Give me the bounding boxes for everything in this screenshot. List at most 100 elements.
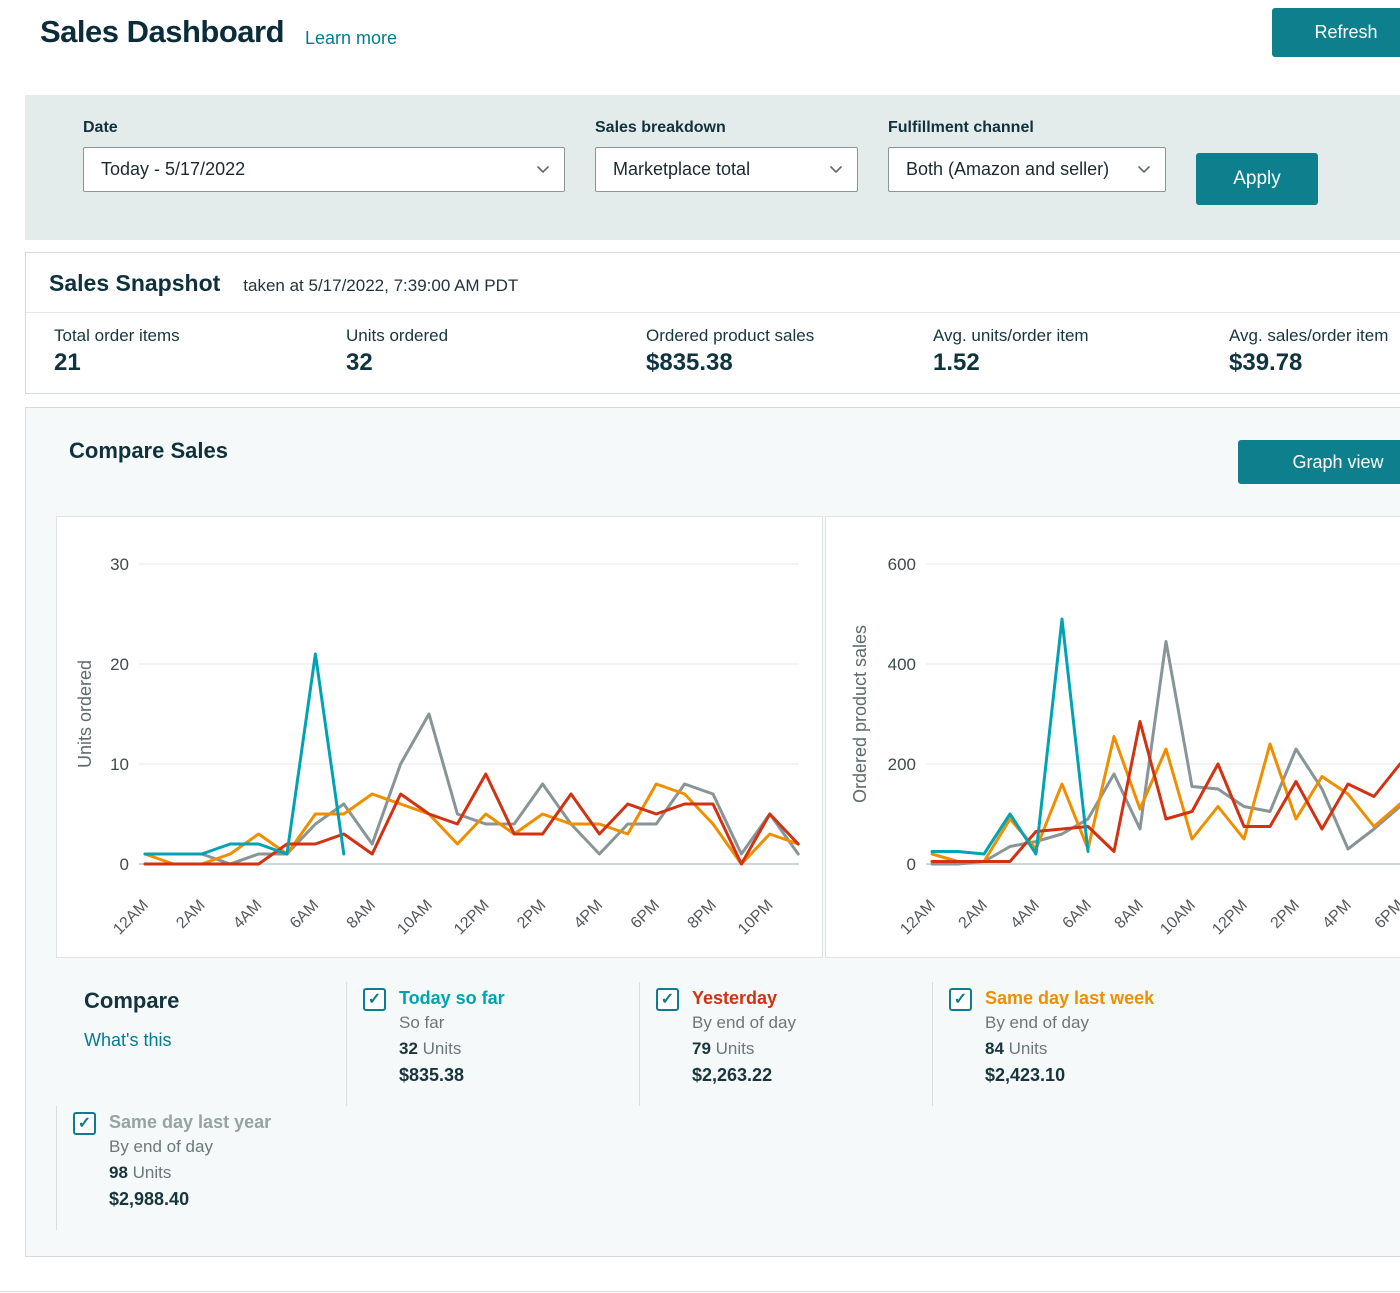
- svg-text:0: 0: [907, 855, 916, 874]
- fulfillment-channel-filter: Fulfillment channel Both (Amazon and sel…: [888, 119, 1166, 240]
- stat-label: Units ordered: [346, 326, 646, 346]
- stat-value: 1.52: [933, 349, 1229, 377]
- chevron-down-icon: [1137, 165, 1151, 174]
- stat-label: Avg. units/order item: [933, 326, 1229, 346]
- stat-value: $835.38: [646, 349, 933, 377]
- svg-text:8AM: 8AM: [1112, 897, 1147, 932]
- units-word: Units: [716, 1039, 755, 1058]
- legend-item-subtitle: By end of day: [109, 1134, 271, 1160]
- svg-text:2AM: 2AM: [173, 897, 208, 932]
- legend-item-sales: $2,423.10: [985, 1062, 1154, 1088]
- date-filter: Date Today - 5/17/2022: [83, 119, 565, 240]
- legend-item-same-day-last-week: ✓ Same day last week By end of day 84 Un…: [932, 982, 1225, 1106]
- whats-this-link[interactable]: What's this: [84, 1030, 346, 1051]
- refresh-button[interactable]: Refresh: [1272, 8, 1400, 57]
- legend-item-texts: Same day last year By end of day 98 Unit…: [109, 1110, 271, 1224]
- stat-value: $39.78: [1229, 349, 1400, 377]
- units-number: 84: [985, 1039, 1004, 1058]
- sales-breakdown-filter: Sales breakdown Marketplace total: [595, 119, 858, 240]
- compare-checkbox-yesterday[interactable]: ✓: [656, 988, 679, 1011]
- compare-legend-label-col: Compare What's this: [56, 982, 346, 1106]
- svg-text:4PM: 4PM: [571, 897, 606, 932]
- stat-avg-units-per-order: Avg. units/order item 1.52: [933, 326, 1229, 377]
- chart-panels: 0102030Units ordered12AM2AM4AM6AM8AM10AM…: [56, 516, 1400, 958]
- svg-text:6AM: 6AM: [1060, 897, 1095, 932]
- svg-text:Ordered product sales: Ordered product sales: [850, 625, 870, 803]
- compare-sales-card: Compare Sales Graph view 0102030Units or…: [25, 407, 1400, 1257]
- chevron-down-icon: [829, 165, 843, 174]
- legend-item-sales: $2,263.22: [692, 1062, 796, 1088]
- units-number: 98: [109, 1163, 128, 1182]
- legend-item-units: 32 Units: [399, 1036, 505, 1062]
- filter-bar: Date Today - 5/17/2022 Sales breakdown M…: [25, 95, 1400, 240]
- legend-item-title: Yesterday: [692, 986, 796, 1010]
- svg-text:6PM: 6PM: [1372, 897, 1400, 932]
- fulfillment-channel-select[interactable]: Both (Amazon and seller): [888, 147, 1166, 192]
- sales-breakdown-select[interactable]: Marketplace total: [595, 147, 858, 192]
- legend-item-texts: Yesterday By end of day 79 Units $2,263.…: [692, 986, 796, 1100]
- legend-item-subtitle: By end of day: [692, 1010, 796, 1036]
- stat-label: Avg. sales/order item: [1229, 326, 1400, 346]
- svg-text:4AM: 4AM: [230, 897, 265, 932]
- svg-text:12PM: 12PM: [1209, 897, 1251, 939]
- svg-text:6AM: 6AM: [287, 897, 322, 932]
- stat-avg-sales-per-order: Avg. sales/order item $39.78: [1229, 326, 1400, 377]
- svg-text:12PM: 12PM: [451, 897, 493, 939]
- learn-more-link[interactable]: Learn more: [305, 28, 397, 49]
- svg-text:2AM: 2AM: [956, 897, 991, 932]
- legend-item-units: 98 Units: [109, 1160, 271, 1186]
- compare-sales-title: Compare Sales: [26, 408, 1400, 464]
- svg-text:0: 0: [120, 855, 129, 874]
- legend-item-texts: Same day last week By end of day 84 Unit…: [985, 986, 1154, 1100]
- fulfillment-channel-value: Both (Amazon and seller): [906, 159, 1137, 180]
- apply-button[interactable]: Apply: [1196, 153, 1318, 205]
- compare-checkbox-same-day-last-year[interactable]: ✓: [73, 1112, 96, 1135]
- legend-item-yesterday: ✓ Yesterday By end of day 79 Units $2,26…: [639, 982, 932, 1106]
- svg-text:10AM: 10AM: [394, 897, 436, 939]
- compare-checkbox-same-day-last-week[interactable]: ✓: [949, 988, 972, 1011]
- units-word: Units: [423, 1039, 462, 1058]
- ordered-product-sales-chart: 0200400600Ordered product sales12AM2AM4A…: [826, 517, 1400, 957]
- legend-item-sales: $835.38: [399, 1062, 505, 1088]
- legend-item-units: 79 Units: [692, 1036, 796, 1062]
- svg-text:30: 30: [110, 555, 129, 574]
- top-bar: Sales Dashboard Learn more Refresh: [0, 0, 1400, 66]
- units-ordered-chart: 0102030Units ordered12AM2AM4AM6AM8AM10AM…: [57, 517, 822, 957]
- sales-breakdown-label: Sales breakdown: [595, 119, 858, 137]
- svg-text:20: 20: [110, 655, 129, 674]
- legend-item-subtitle: So far: [399, 1010, 505, 1036]
- fulfillment-channel-label: Fulfillment channel: [888, 119, 1166, 137]
- svg-text:6PM: 6PM: [628, 897, 663, 932]
- stat-value: 21: [54, 349, 346, 377]
- svg-text:2PM: 2PM: [514, 897, 549, 932]
- snapshot-stats-row: Total order items 21 Units ordered 32 Or…: [26, 313, 1400, 393]
- product-sales-chart-panel: 0200400600Ordered product sales12AM2AM4A…: [825, 516, 1400, 958]
- units-word: Units: [133, 1163, 172, 1182]
- svg-text:8PM: 8PM: [685, 897, 720, 932]
- svg-text:8AM: 8AM: [344, 897, 379, 932]
- svg-text:10PM: 10PM: [735, 897, 777, 939]
- legend-item-sales: $2,988.40: [109, 1186, 271, 1212]
- svg-text:4AM: 4AM: [1008, 897, 1043, 932]
- stat-total-order-items: Total order items 21: [54, 326, 346, 377]
- legend-item-same-day-last-year: ✓ Same day last year By end of day 98 Un…: [56, 1106, 346, 1230]
- svg-text:4PM: 4PM: [1320, 897, 1355, 932]
- graph-view-button[interactable]: Graph view: [1238, 440, 1400, 484]
- stat-ordered-product-sales: Ordered product sales $835.38: [646, 326, 933, 377]
- units-ordered-chart-panel: 0102030Units ordered12AM2AM4AM6AM8AM10AM…: [56, 516, 823, 958]
- compare-checkbox-today-so-far[interactable]: ✓: [363, 988, 386, 1011]
- sales-snapshot-header: Sales Snapshot taken at 5/17/2022, 7:39:…: [26, 253, 1400, 313]
- date-select[interactable]: Today - 5/17/2022: [83, 147, 565, 192]
- legend-item-title: Today so far: [399, 986, 505, 1010]
- svg-text:12AM: 12AM: [897, 897, 939, 939]
- apply-wrap: Apply: [1196, 153, 1318, 240]
- legend-item-units: 84 Units: [985, 1036, 1154, 1062]
- legend-item-title: Same day last year: [109, 1110, 271, 1134]
- date-filter-label: Date: [83, 119, 565, 137]
- stat-value: 32: [346, 349, 646, 377]
- sales-breakdown-value: Marketplace total: [613, 159, 829, 180]
- legend-item-texts: Today so far So far 32 Units $835.38: [399, 986, 505, 1100]
- sales-snapshot-card: Sales Snapshot taken at 5/17/2022, 7:39:…: [25, 252, 1400, 394]
- compare-legend: Compare What's this ✓ Today so far So fa…: [56, 958, 1400, 1230]
- legend-item-title: Same day last week: [985, 986, 1154, 1010]
